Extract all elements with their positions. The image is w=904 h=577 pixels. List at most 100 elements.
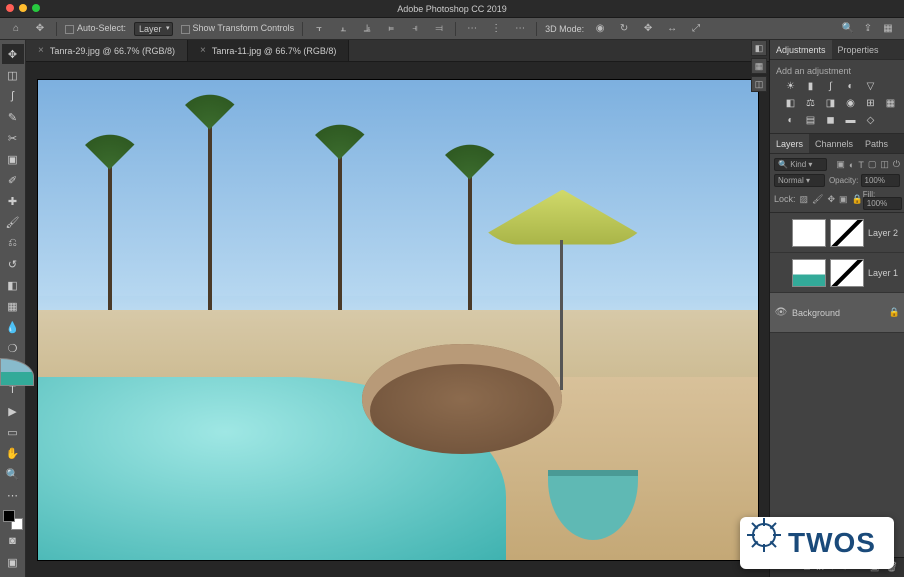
fill-input[interactable]: 100% bbox=[863, 197, 902, 210]
photo-filter-icon[interactable]: ◉ bbox=[844, 97, 857, 110]
lock-transparency-icon[interactable]: ▨ bbox=[800, 194, 809, 205]
filter-adjust-icon[interactable]: ◐ bbox=[849, 160, 854, 170]
filter-pixel-icon[interactable]: ▣ bbox=[836, 159, 845, 170]
align-right-icon[interactable]: ⫡ bbox=[359, 21, 375, 37]
color-lookup-icon[interactable]: ▦ bbox=[884, 97, 897, 110]
visibility-toggle[interactable]: 👁 bbox=[774, 307, 788, 318]
crop-tool[interactable]: ✂ bbox=[2, 128, 24, 148]
channel-mixer-icon[interactable]: ⊞ bbox=[864, 97, 877, 110]
align-center-h-icon[interactable]: ⫠ bbox=[335, 21, 351, 37]
distribute-h-icon[interactable]: ⋯ bbox=[464, 21, 480, 37]
path-select-tool[interactable]: ▶ bbox=[2, 401, 24, 421]
document-tab[interactable]: ×Tanra-11.jpg @ 66.7% (RGB/8) bbox=[188, 40, 349, 61]
frame-tool[interactable]: ▣ bbox=[2, 149, 24, 169]
quick-mask-toggle[interactable]: ◙ bbox=[2, 531, 24, 551]
align-top-icon[interactable]: ⫢ bbox=[383, 21, 399, 37]
layer-name[interactable]: Layer 1 bbox=[868, 268, 900, 278]
lock-position-icon[interactable]: ✥ bbox=[827, 194, 835, 205]
posterize-icon[interactable]: ▤ bbox=[804, 114, 817, 127]
3d-orbit-icon[interactable]: ◉ bbox=[592, 21, 608, 37]
layer-name[interactable]: Layer 2 bbox=[868, 228, 900, 238]
layer-row[interactable]: 👁 Background 🔒 bbox=[770, 293, 904, 333]
selective-color-icon[interactable]: ◇ bbox=[864, 114, 877, 127]
zoom-window-button[interactable] bbox=[32, 4, 40, 12]
marquee-tool[interactable]: ◫ bbox=[2, 65, 24, 85]
align-center-v-icon[interactable]: ⫣ bbox=[407, 21, 423, 37]
tab-layers[interactable]: Layers bbox=[770, 134, 809, 153]
close-tab-icon[interactable]: × bbox=[38, 45, 44, 56]
filter-type-icon[interactable]: T bbox=[858, 160, 864, 170]
move-tool-icon[interactable]: ✥ bbox=[32, 21, 48, 37]
filter-toggle-icon[interactable]: ⏻ bbox=[893, 159, 900, 170]
blend-mode-select[interactable]: Normal ▾ bbox=[774, 174, 825, 187]
auto-select-target-select[interactable]: Layer bbox=[134, 22, 173, 36]
tab-adjustments[interactable]: Adjustments bbox=[770, 40, 832, 59]
threshold-icon[interactable]: ◼ bbox=[824, 114, 837, 127]
lasso-tool[interactable]: ʃ bbox=[2, 86, 24, 106]
tab-channels[interactable]: Channels bbox=[809, 134, 859, 153]
invert-icon[interactable]: ◐ bbox=[784, 114, 797, 127]
close-window-button[interactable] bbox=[6, 4, 14, 12]
hue-sat-icon[interactable]: ◧ bbox=[784, 97, 797, 110]
show-transform-checkbox[interactable]: Show Transform Controls bbox=[181, 23, 295, 33]
libraries-panel-icon[interactable]: ◫ bbox=[751, 76, 767, 92]
vibrance-icon[interactable]: ▽ bbox=[864, 80, 877, 93]
minimize-window-button[interactable] bbox=[19, 4, 27, 12]
layer-row[interactable]: Layer 2 bbox=[770, 213, 904, 253]
move-tool[interactable]: ✥ bbox=[2, 44, 24, 64]
lock-all-icon[interactable]: 🔒 bbox=[852, 194, 863, 205]
3d-scale-icon[interactable]: ⤢ bbox=[688, 21, 704, 37]
hand-tool[interactable]: ✋ bbox=[2, 443, 24, 463]
eraser-tool[interactable]: ◧ bbox=[2, 275, 24, 295]
more-align-icon[interactable]: ⋯ bbox=[512, 21, 528, 37]
levels-icon[interactable]: ▮ bbox=[804, 80, 817, 93]
color-balance-icon[interactable]: ⚖ bbox=[804, 97, 817, 110]
3d-pan-icon[interactable]: ✥ bbox=[640, 21, 656, 37]
shape-tool[interactable]: ▭ bbox=[2, 422, 24, 442]
workspace-icon[interactable]: ▦ bbox=[880, 21, 896, 37]
distribute-v-icon[interactable]: ⋮ bbox=[488, 21, 504, 37]
filter-smart-icon[interactable]: ◫ bbox=[880, 159, 889, 170]
home-icon[interactable]: ⌂ bbox=[8, 21, 24, 37]
search-icon[interactable]: 🔍 bbox=[840, 21, 856, 37]
foreground-background-colors[interactable] bbox=[3, 510, 23, 530]
color-panel-icon[interactable]: ◧ bbox=[751, 40, 767, 56]
exposure-icon[interactable]: ◐ bbox=[844, 80, 857, 93]
gradient-map-icon[interactable]: ▬ bbox=[844, 114, 857, 127]
dodge-tool[interactable]: ❍ bbox=[2, 338, 24, 358]
curves-icon[interactable]: ∫ bbox=[824, 80, 837, 93]
auto-select-checkbox[interactable]: Auto-Select: bbox=[65, 23, 126, 33]
opacity-input[interactable]: 100% bbox=[861, 174, 900, 187]
layer-row[interactable]: Layer 1 bbox=[770, 253, 904, 293]
swatches-panel-icon[interactable]: ▦ bbox=[751, 58, 767, 74]
eyedropper-tool[interactable]: ✐ bbox=[2, 170, 24, 190]
history-brush-tool[interactable]: ↺ bbox=[2, 254, 24, 274]
clone-tool[interactable]: ⎌ bbox=[2, 233, 24, 253]
brush-tool[interactable]: 🖌 bbox=[2, 212, 24, 232]
lock-artboard-icon[interactable]: ▣ bbox=[839, 194, 848, 205]
layer-thumbnail[interactable] bbox=[792, 219, 826, 247]
layer-mask-thumbnail[interactable] bbox=[830, 259, 864, 287]
edit-toolbar[interactable]: ⋯ bbox=[2, 485, 24, 505]
tab-properties[interactable]: Properties bbox=[832, 40, 885, 59]
healing-tool[interactable]: ✚ bbox=[2, 191, 24, 211]
lock-pixels-icon[interactable]: 🖌 bbox=[812, 194, 823, 205]
align-bottom-icon[interactable]: ⫤ bbox=[431, 21, 447, 37]
quick-select-tool[interactable]: ✎ bbox=[2, 107, 24, 127]
canvas[interactable] bbox=[26, 62, 769, 577]
brightness-contrast-icon[interactable]: ☀ bbox=[784, 80, 797, 93]
tab-paths[interactable]: Paths bbox=[859, 134, 894, 153]
gradient-tool[interactable]: ▦ bbox=[2, 296, 24, 316]
align-left-icon[interactable]: ⫟ bbox=[311, 21, 327, 37]
filter-shape-icon[interactable]: ▢ bbox=[868, 159, 877, 170]
document-tab[interactable]: ×Tanra-29.jpg @ 66.7% (RGB/8) bbox=[26, 40, 188, 61]
layer-name[interactable]: Background bbox=[792, 308, 885, 318]
layer-thumbnail[interactable] bbox=[792, 259, 826, 287]
blur-tool[interactable]: 💧 bbox=[2, 317, 24, 337]
bw-icon[interactable]: ◨ bbox=[824, 97, 837, 110]
layer-filter-kind-select[interactable]: 🔍 Kind ▾ bbox=[774, 158, 827, 171]
layer-mask-thumbnail[interactable] bbox=[830, 219, 864, 247]
share-icon[interactable]: ⇪ bbox=[860, 21, 876, 37]
3d-roll-icon[interactable]: ↻ bbox=[616, 21, 632, 37]
screen-mode-toggle[interactable]: ▣ bbox=[2, 552, 24, 572]
